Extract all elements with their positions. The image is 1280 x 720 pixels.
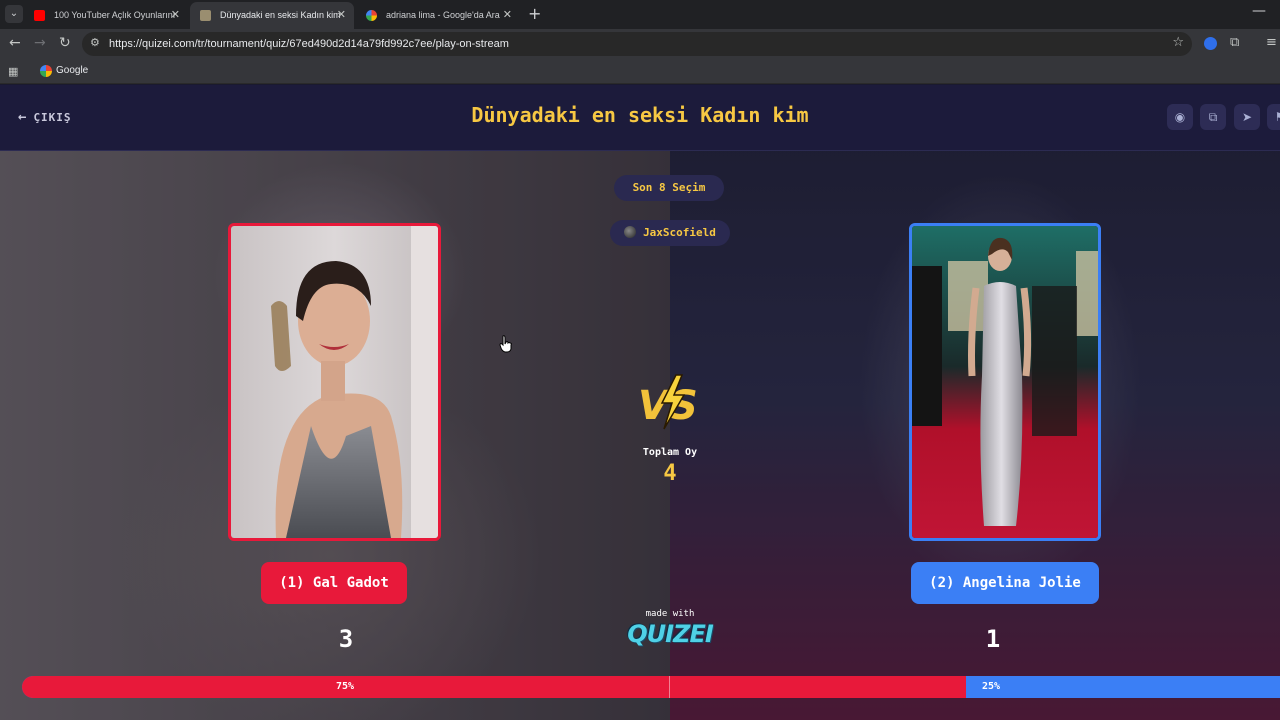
left-vote-count: 3 [338, 625, 354, 653]
new-tab-button[interactable]: + [528, 4, 541, 23]
youtube-favicon-icon [34, 10, 45, 21]
browser-tab-bar: ⌄ 100 YouTuber Açlık Oyunlarını ✕ Dünyad… [0, 0, 1280, 29]
minimize-window-button[interactable]: — [1252, 3, 1266, 19]
right-candidate-card[interactable] [909, 223, 1101, 541]
forward-arrow-icon[interactable]: → [34, 35, 46, 51]
reload-icon[interactable]: ↻ [59, 35, 71, 51]
menu-icon[interactable]: ≡ [1266, 35, 1277, 50]
bookmark-label: Google [56, 65, 89, 76]
made-with-label: made with [645, 609, 695, 619]
quiz-header: ← ÇIKIŞ Dünyadaki en seksi Kadın kim ◉ ⧉ … [0, 85, 1280, 151]
total-votes-label: Toplam Oy [642, 447, 698, 458]
share-icon[interactable]: ⧉ [1200, 104, 1226, 130]
avatar [624, 226, 637, 238]
bar-midline [669, 676, 670, 698]
close-tab-icon[interactable]: ✕ [337, 2, 346, 29]
vote-progress-bar: 75% 25% [22, 676, 1280, 698]
left-candidate-photo [231, 226, 438, 538]
quiz-title: Dünyadaki en seksi Kadın kim [471, 103, 809, 127]
left-vote-fill [22, 676, 966, 698]
close-tab-icon[interactable]: ✕ [171, 2, 180, 29]
tab-youtube[interactable]: 100 YouTuber Açlık Oyunlarını ✕ [24, 2, 188, 29]
url-text: https://quizei.com/tr/tournament/quiz/67… [109, 38, 509, 50]
address-bar[interactable]: ⚙ https://quizei.com/tr/tournament/quiz/… [82, 32, 1192, 56]
total-votes-value: 4 [663, 461, 677, 486]
quizei-favicon-icon [200, 10, 211, 21]
tab-google-search[interactable]: adriana lima - Google'da Ara ✕ [356, 2, 520, 29]
bookmarks-bar: ▦ Google [0, 59, 1280, 84]
streamer-name: JaxScofield [643, 226, 716, 239]
apps-grid-icon[interactable]: ▦ [8, 65, 18, 78]
right-vote-count: 1 [985, 625, 1001, 653]
send-icon[interactable]: ➤ [1234, 104, 1260, 130]
quizei-logo[interactable]: QUIZEI [620, 620, 720, 648]
right-percent-label: 25% [982, 681, 1001, 692]
back-arrow-icon[interactable]: ← [9, 35, 21, 51]
tab-search-button[interactable]: ⌄ [5, 5, 23, 23]
flag-icon[interactable]: ⚑ [1267, 104, 1280, 130]
left-candidate-card[interactable] [228, 223, 441, 541]
right-candidate-photo [912, 226, 1098, 538]
google-logo-icon [40, 65, 52, 77]
bookmark-star-icon[interactable]: ☆ [1172, 35, 1184, 50]
tab-quizei[interactable]: Dünyadaki en seksi Kadın kim ✕ [190, 2, 354, 29]
tab-title: adriana lima - Google'da Ara [386, 10, 500, 20]
streamer-badge: JaxScofield [610, 220, 730, 246]
close-tab-icon[interactable]: ✕ [503, 2, 512, 29]
browser-toolbar: ← → ↻ ⚙ https://quizei.com/tr/tournament… [0, 29, 1280, 59]
tab-title: 100 YouTuber Açlık Oyunlarını [54, 10, 176, 20]
versus-lightning-icon: VS [638, 374, 698, 430]
vote-left-button[interactable]: (1) Gal Gadot [261, 562, 407, 604]
eye-icon[interactable]: ◉ [1167, 104, 1193, 130]
extensions-puzzle-icon[interactable]: ⧉ [1230, 35, 1239, 50]
quiz-page: ← ÇIKIŞ Dünyadaki en seksi Kadın kim ◉ ⧉ … [0, 85, 1280, 720]
stage-badge: Son 8 Seçim [614, 175, 724, 201]
google-favicon-icon [366, 10, 377, 21]
site-info-icon[interactable]: ⚙ [90, 36, 100, 49]
hand-cursor-icon [499, 335, 512, 353]
tab-title: Dünyadaki en seksi Kadın kim [220, 10, 341, 20]
vote-right-button[interactable]: (2) Angelina Jolie [911, 562, 1099, 604]
bookmark-google[interactable]: Google [40, 59, 88, 83]
extension-icon[interactable] [1204, 37, 1217, 50]
left-percent-label: 75% [336, 681, 355, 692]
